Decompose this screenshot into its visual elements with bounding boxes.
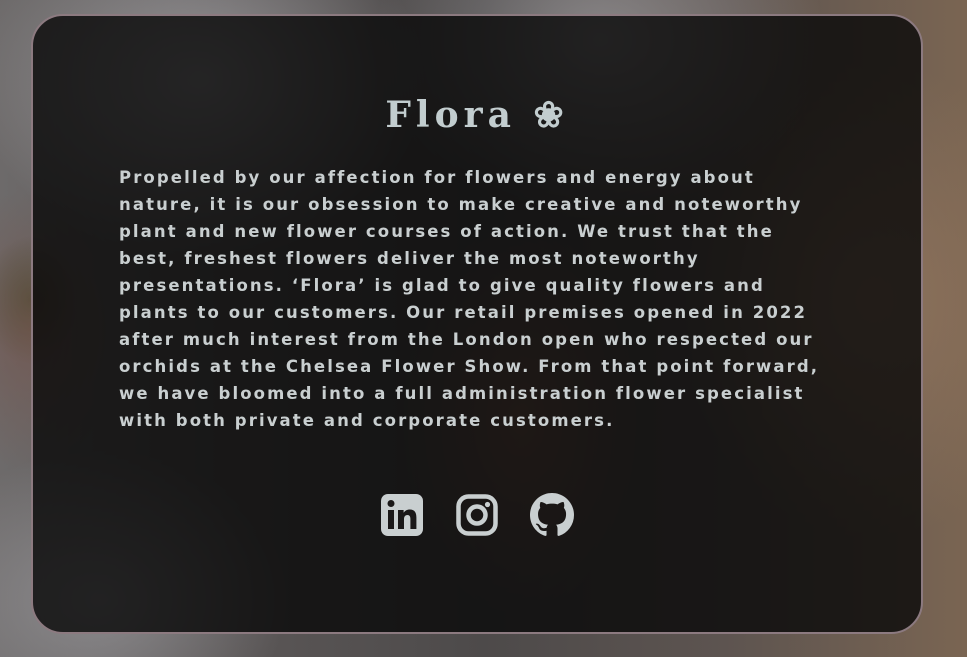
about-card: Flora ❀ Propelled by our affection for f…: [31, 14, 923, 634]
instagram-link[interactable]: [455, 492, 499, 538]
linkedin-icon: [381, 494, 423, 536]
social-links: [33, 492, 921, 538]
linkedin-link[interactable]: [380, 492, 424, 538]
instagram-icon: [456, 494, 498, 536]
brand-title: Flora ❀: [385, 94, 569, 136]
github-icon: [530, 493, 574, 536]
github-link[interactable]: [530, 492, 574, 538]
about-description: Propelled by our affection for flowers a…: [119, 168, 820, 430]
